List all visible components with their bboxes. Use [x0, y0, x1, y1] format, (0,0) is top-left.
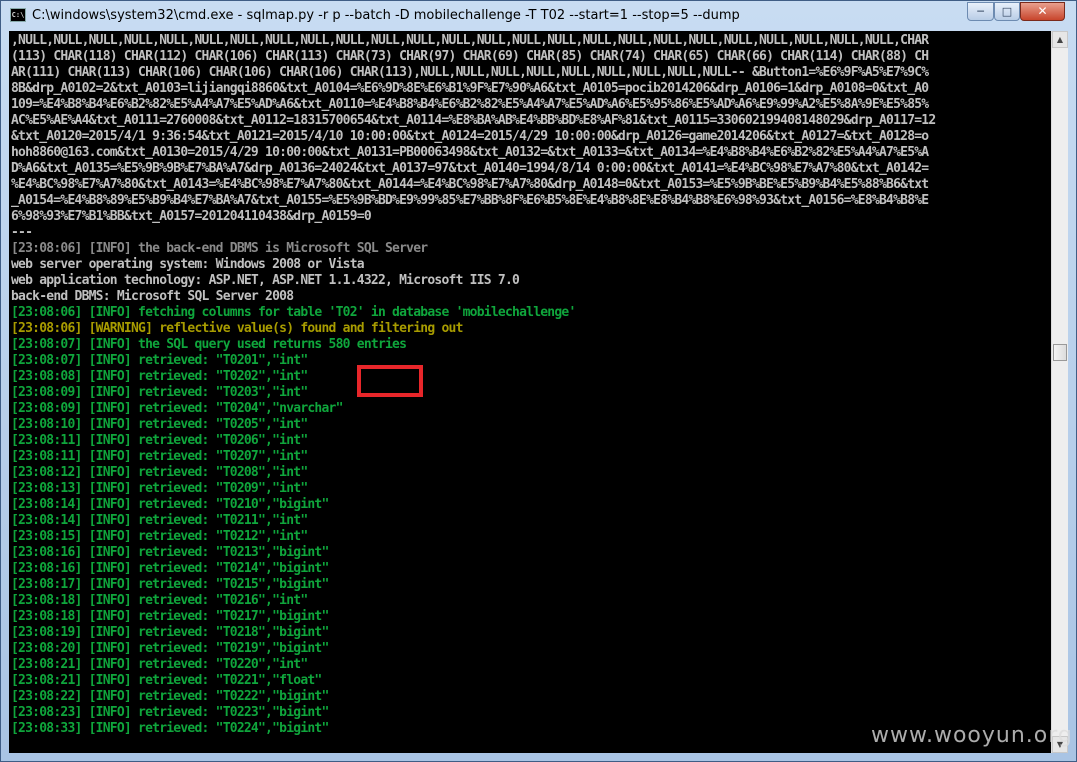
console-line: back-end DBMS: Microsoft SQL Server 2008 [11, 289, 294, 304]
console-line: %E4%BC%98%E7%A7%80&txt_A0143=%E4%BC%98%E… [11, 177, 929, 192]
scroll-up-button[interactable]: ▲ [1052, 31, 1068, 48]
close-icon: ✕ [1037, 4, 1048, 18]
console-line: [23:08:10] [INFO] retrieved: "T0205","in… [11, 417, 308, 432]
console-line: [23:08:16] [INFO] retrieved: "T0213","bi… [11, 545, 329, 560]
console-line: [23:08:21] [INFO] retrieved: "T0220","in… [11, 657, 308, 672]
arrow-up-icon: ▲ [1056, 35, 1064, 44]
console-line: [23:08:20] [INFO] retrieved: "T0219","bi… [11, 641, 329, 656]
console-line: --- [11, 225, 33, 240]
console-line: web application technology: ASP.NET, ASP… [11, 273, 520, 288]
console-line: [23:08:33] [INFO] retrieved: "T0224","bi… [11, 721, 329, 736]
watermark: www.wooyun.org [871, 723, 1073, 748]
console-line: &txt_A0120=2015/4/1 9:36:54&txt_A0121=20… [11, 129, 929, 144]
console-line: [23:08:06] [WARNING] reflective value(s)… [11, 321, 463, 336]
console-line: [23:08:12] [INFO] retrieved: "T0208","in… [11, 465, 308, 480]
console-line: [23:08:16] [INFO] retrieved: "T0214","bi… [11, 561, 329, 576]
close-button[interactable]: ✕ [1020, 2, 1065, 21]
console-line: [23:08:14] [INFO] retrieved: "T0211","in… [11, 513, 308, 528]
highlight-box [357, 365, 423, 397]
console-line: [23:08:18] [INFO] retrieved: "T0216","in… [11, 593, 308, 608]
console-line: (113) CHAR(118) CHAR(112) CHAR(106) CHAR… [11, 49, 929, 64]
console-line: [23:08:08] [INFO] retrieved: "T0202","in… [11, 369, 308, 384]
console-line: [23:08:19] [INFO] retrieved: "T0218","bi… [11, 625, 329, 640]
console-line: [23:08:18] [INFO] retrieved: "T0217","bi… [11, 609, 329, 624]
console-line: [23:08:14] [INFO] retrieved: "T0210","bi… [11, 497, 329, 512]
console-line: 8B&drp_A0102=2&txt_A0103=lijiangqi8860&t… [11, 81, 929, 96]
cmd-window: C:\ C:\windows\system32\cmd.exe - sqlmap… [0, 0, 1077, 762]
console-line: [23:08:21] [INFO] retrieved: "T0221","fl… [11, 673, 322, 688]
console-line: [23:08:15] [INFO] retrieved: "T0212","in… [11, 529, 308, 544]
minimize-button[interactable]: ─ [967, 2, 994, 21]
maximize-icon: □ [1001, 5, 1013, 18]
console-line: [23:08:11] [INFO] retrieved: "T0206","in… [11, 433, 308, 448]
console-line: AC%E5%AE%A4&txt_A0111=2760008&txt_A0112=… [11, 113, 936, 128]
maximize-button[interactable]: □ [994, 2, 1020, 21]
console-line: _A0154=%E4%B8%89%E5%B9%B4%E7%BA%A7&txt_A… [11, 193, 929, 208]
console-line: web server operating system: Windows 200… [11, 257, 365, 272]
cmd-icon[interactable]: C:\ [10, 8, 26, 22]
console-lines: ,NULL,NULL,NULL,NULL,NULL,NULL,NULL,NULL… [11, 33, 936, 737]
console-line: [23:08:22] [INFO] retrieved: "T0222","bi… [11, 689, 329, 704]
minimize-icon: ─ [977, 5, 984, 18]
console-line: AR(111) CHAR(113) CHAR(106) CHAR(106) CH… [11, 65, 929, 80]
console-line: D%A6&txt_A0135=%E5%9B%9B%E7%BA%A7&drp_A0… [11, 161, 929, 176]
console-output[interactable]: ,NULL,NULL,NULL,NULL,NULL,NULL,NULL,NULL… [9, 31, 1051, 753]
console-line: [23:08:07] [INFO] the SQL query used ret… [11, 337, 407, 352]
console-line: 109=%E4%B8%B4%E6%B2%82%E5%A4%A7%E5%AD%A6… [11, 97, 929, 112]
console-line: [23:08:06] [INFO] the back-end DBMS is M… [11, 241, 428, 256]
window-title: C:\windows\system32\cmd.exe - sqlmap.py … [32, 8, 740, 23]
console-line: [23:08:23] [INFO] retrieved: "T0223","bi… [11, 705, 329, 720]
console-line: [23:08:07] [INFO] retrieved: "T0201","in… [11, 353, 308, 368]
console-line: [23:08:06] [INFO] fetching columns for t… [11, 305, 576, 320]
console-line: [23:08:09] [INFO] retrieved: "T0203","in… [11, 385, 308, 400]
title-bar[interactable]: C:\ C:\windows\system32\cmd.exe - sqlmap… [1, 1, 1076, 31]
vertical-scrollbar[interactable]: ▲ ▼ [1051, 31, 1068, 753]
console-line: [23:08:13] [INFO] retrieved: "T0209","in… [11, 481, 308, 496]
console-line: hoh8860@163.com&txt_A0130=2015/4/29 10:0… [11, 145, 929, 160]
console-line: [23:08:11] [INFO] retrieved: "T0207","in… [11, 449, 308, 464]
console-line: ,NULL,NULL,NULL,NULL,NULL,NULL,NULL,NULL… [11, 33, 929, 48]
scroll-thumb[interactable] [1053, 344, 1067, 361]
console-line: [23:08:17] [INFO] retrieved: "T0215","bi… [11, 577, 329, 592]
console-line: 6%98%93%E7%B1%BB&txt_A0157=201204110438&… [11, 209, 372, 224]
console-line: [23:08:09] [INFO] retrieved: "T0204","nv… [11, 401, 343, 416]
